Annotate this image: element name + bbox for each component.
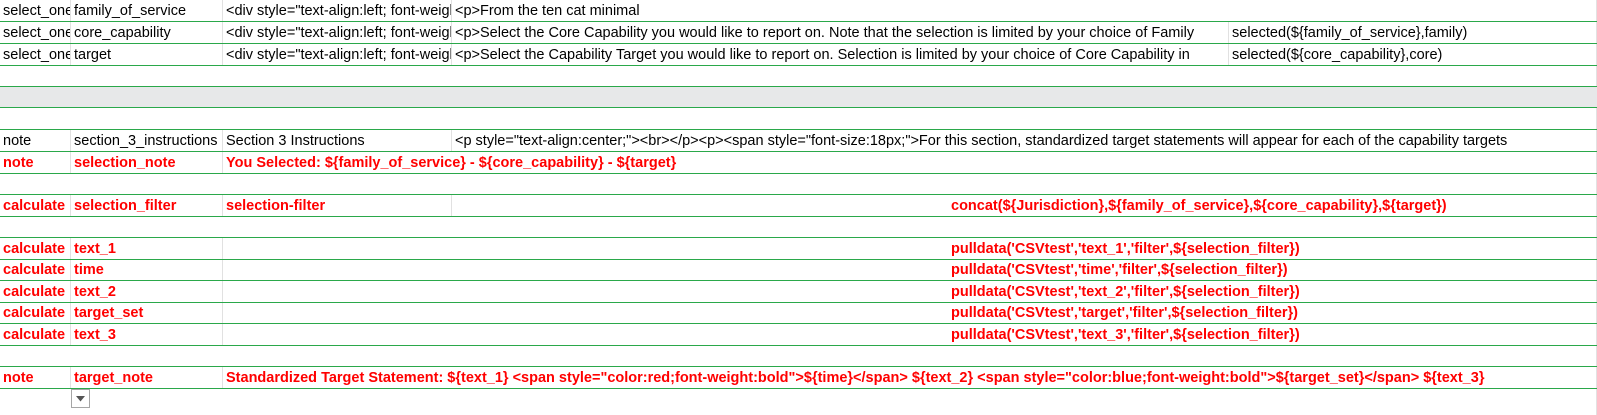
- calculation-cell[interactable]: pulldata('CSVtest','text_2','filter',${s…: [948, 281, 1300, 302]
- name-cell[interactable]: target: [71, 44, 223, 65]
- table-row: select_one core_capability <div style="t…: [0, 22, 1597, 44]
- chevron-down-icon: [76, 395, 85, 401]
- name-cell[interactable]: core_capability: [71, 22, 223, 43]
- group-separator-row: [0, 87, 1597, 108]
- label-cell[interactable]: Standardized Target Statement: ${text_1}…: [223, 367, 1484, 388]
- empty-row: [0, 346, 1597, 367]
- table-row: calculate selection_filter selection-fil…: [0, 195, 1597, 217]
- table-row: calculate time pulldata('CSVtest','time'…: [0, 260, 1597, 281]
- table-row: note section_3_instructions Section 3 In…: [0, 130, 1597, 152]
- name-cell[interactable]: family_of_service: [71, 0, 223, 21]
- name-cell[interactable]: section_3_instructions: [71, 130, 223, 151]
- table-row: calculate text_2 pulldata('CSVtest','tex…: [0, 281, 1597, 303]
- name-cell[interactable]: target_set: [71, 303, 223, 323]
- name-cell[interactable]: selection_filter: [71, 195, 223, 216]
- empty-row: [0, 174, 1597, 195]
- name-cell[interactable]: target_note: [71, 367, 223, 388]
- label-cell[interactable]: <div style="text-align:left; font-weight: [223, 44, 452, 65]
- name-cell[interactable]: text_1: [71, 238, 223, 259]
- type-cell[interactable]: calculate: [0, 195, 71, 216]
- table-row: calculate text_1 pulldata('CSVtest','tex…: [0, 238, 1597, 260]
- calculation-cell[interactable]: pulldata('CSVtest','target','filter',${s…: [948, 303, 1298, 323]
- label-cell[interactable]: <div style="text-align:left; font-weight: [223, 22, 452, 43]
- calculation-cell[interactable]: pulldata('CSVtest','time','filter',${sel…: [948, 260, 1288, 280]
- name-cell[interactable]: time: [71, 260, 223, 280]
- choice-filter-cell[interactable]: selected(${family_of_service},family): [1229, 22, 1467, 43]
- type-cell[interactable]: note: [0, 152, 71, 173]
- name-cell[interactable]: selection_note: [71, 152, 223, 173]
- name-cell[interactable]: text_2: [71, 281, 223, 302]
- type-cell[interactable]: calculate: [0, 260, 71, 280]
- name-cell[interactable]: text_3: [71, 324, 223, 345]
- table-row: calculate text_3 pulldata('CSVtest','tex…: [0, 324, 1597, 346]
- table-row: select_one family_of_service <div style=…: [0, 0, 1597, 22]
- type-cell[interactable]: note: [0, 130, 71, 151]
- calculation-cell[interactable]: pulldata('CSVtest','text_1','filter',${s…: [948, 238, 1300, 259]
- type-cell[interactable]: note: [0, 367, 71, 388]
- hint-cell[interactable]: <p>From the ten cat minimal: [452, 0, 640, 21]
- table-row: calculate target_set pulldata('CSVtest',…: [0, 303, 1597, 324]
- hint-cell[interactable]: <p>Select the Capability Target you woul…: [452, 44, 1229, 65]
- label-cell[interactable]: You Selected: ${family_of_service} - ${c…: [223, 152, 676, 173]
- cell-dropdown-button[interactable]: [71, 389, 90, 408]
- label-cell[interactable]: selection-filter: [223, 195, 452, 216]
- hint-cell[interactable]: <p>Select the Core Capability you would …: [452, 22, 1229, 43]
- type-cell[interactable]: select_one: [0, 44, 71, 65]
- table-row: select_one target <div style="text-align…: [0, 44, 1597, 66]
- calculation-cell[interactable]: pulldata('CSVtest','text_3','filter',${s…: [948, 324, 1300, 345]
- type-cell[interactable]: select_one: [0, 22, 71, 43]
- label-cell[interactable]: Section 3 Instructions: [223, 130, 452, 151]
- empty-row: [0, 108, 1597, 130]
- type-cell[interactable]: calculate: [0, 238, 71, 259]
- label-cell[interactable]: <div style="text-align:left; font-weight: [223, 0, 452, 21]
- type-cell[interactable]: calculate: [0, 281, 71, 302]
- type-cell[interactable]: calculate: [0, 324, 71, 345]
- calculation-cell[interactable]: concat(${Jurisdiction},${family_of_servi…: [948, 195, 1447, 216]
- empty-row: [0, 217, 1597, 238]
- type-cell[interactable]: select_one: [0, 0, 71, 21]
- choice-filter-cell[interactable]: selected(${core_capability},core): [1229, 44, 1442, 65]
- hint-cell[interactable]: <p style="text-align:center;"><br></p><p…: [452, 130, 1507, 151]
- table-row: note target_note Standardized Target Sta…: [0, 367, 1597, 389]
- spreadsheet: select_one family_of_service <div style=…: [0, 0, 1597, 415]
- empty-row: [0, 66, 1597, 87]
- empty-row: [0, 389, 1597, 415]
- type-cell[interactable]: calculate: [0, 303, 71, 323]
- table-row: note selection_note You Selected: ${fami…: [0, 152, 1597, 174]
